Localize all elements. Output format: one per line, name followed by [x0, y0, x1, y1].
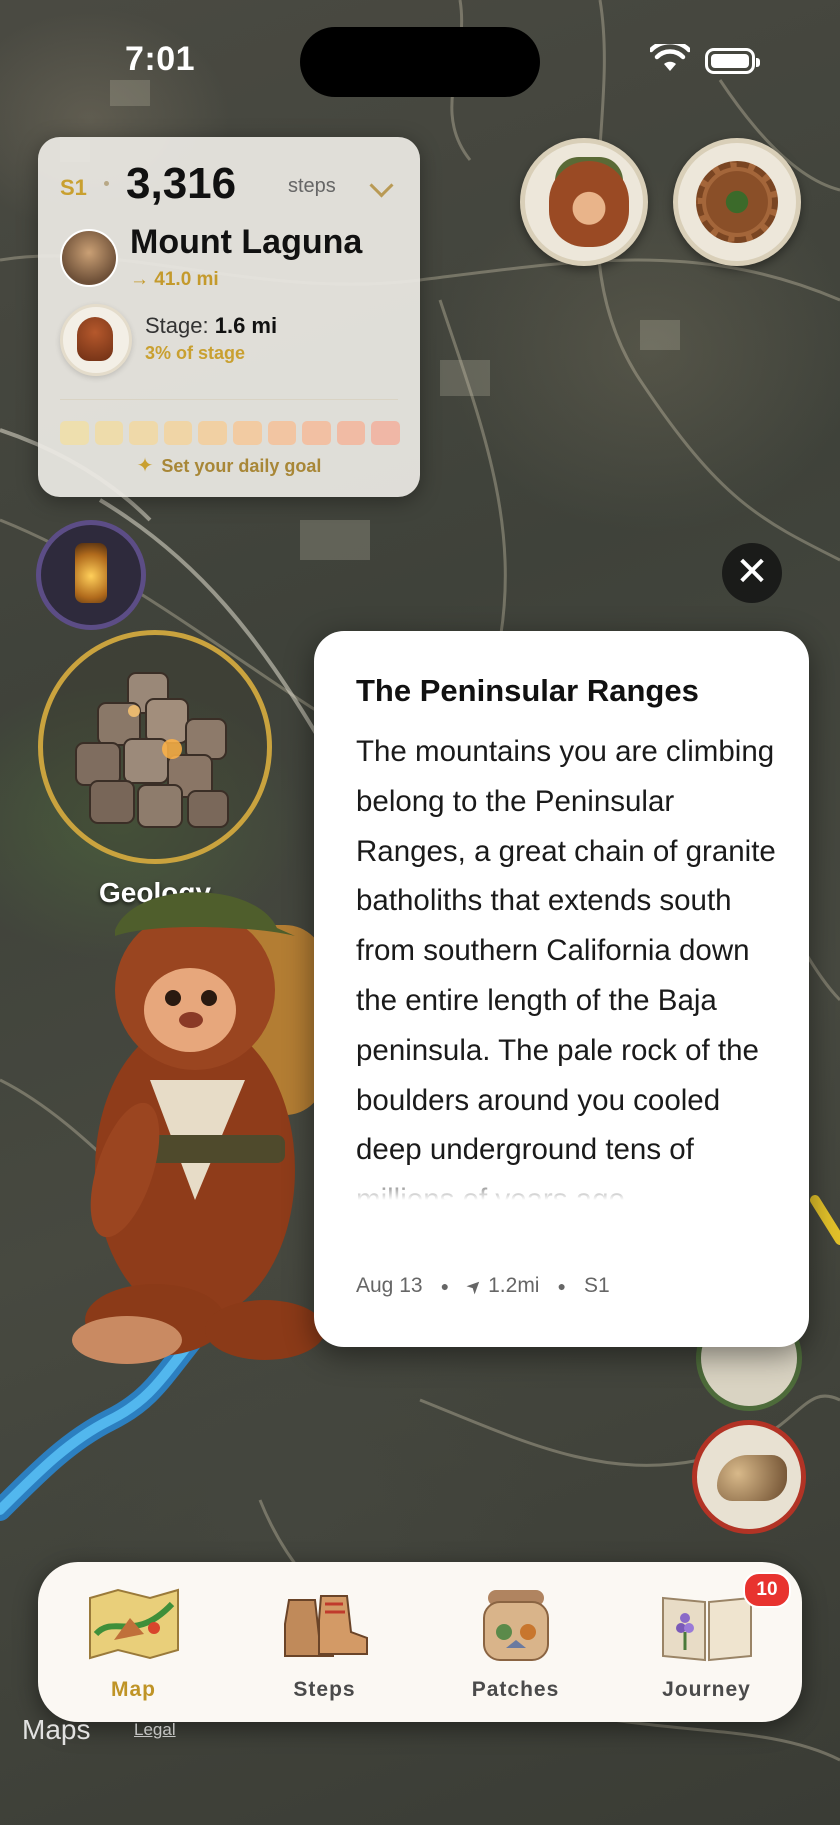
goal-segment [129, 421, 158, 445]
separator-dot [104, 181, 109, 186]
steps-unit: steps [288, 175, 336, 197]
meta-distance: 1.2mi [488, 1274, 540, 1297]
close-button[interactable]: ✕ [722, 543, 782, 603]
lantern-icon [75, 543, 107, 603]
info-card-title: The Peninsular Ranges [356, 673, 699, 708]
stage-label: Stage: [145, 313, 209, 338]
tab-steps[interactable]: Steps [229, 1562, 420, 1722]
stage-progress: 3% of stage [145, 343, 246, 363]
info-card-body[interactable]: The mountains you are climbing belong to… [356, 727, 781, 1200]
legal-link[interactable]: Legal [134, 1720, 176, 1740]
battery-icon [705, 48, 760, 74]
chevron-down-icon[interactable] [369, 173, 394, 198]
sasquatch-hiker-mascot [72, 892, 325, 1364]
goal-segment [163, 421, 193, 445]
location-arrow-icon: ➤ [461, 1273, 487, 1299]
goal-segment [371, 421, 400, 445]
tab-patches[interactable]: Patches [420, 1562, 611, 1722]
gear-icon [696, 161, 778, 243]
destination-thumbnail [60, 229, 118, 287]
journal-icon [661, 1596, 752, 1662]
maps-logo-text: Maps [22, 1714, 91, 1745]
daily-goal-label: Set your daily goal [161, 456, 322, 476]
map-icon [88, 1588, 179, 1660]
settings-button[interactable] [673, 138, 801, 266]
daily-goal-bar[interactable] [60, 421, 400, 445]
season-label: S1 [60, 175, 87, 200]
tab-label: Patches [471, 1678, 560, 1701]
set-daily-goal-button[interactable]: ✦ Set your daily goal [38, 453, 420, 478]
goal-segment [60, 421, 89, 445]
roadrunner-icon [717, 1455, 787, 1501]
geology-marker[interactable] [38, 630, 272, 864]
goal-segment [267, 421, 297, 445]
meta-season: S1 [583, 1274, 610, 1297]
journey-badge: 10 [743, 1572, 791, 1608]
boots-icon [283, 1595, 368, 1657]
destination-distance: → 41.0 mi [130, 269, 219, 290]
sparkle-icon: ✦ [136, 455, 154, 477]
profile-avatar-button[interactable] [520, 138, 648, 266]
close-icon: ✕ [735, 550, 769, 594]
info-card[interactable]: The Peninsular Ranges The mountains you … [314, 631, 809, 1347]
goal-segment [198, 421, 227, 445]
roadrunner-marker[interactable] [692, 1420, 806, 1534]
stage-distance: Stage: 1.6 mi [145, 313, 277, 339]
tab-label: Map [111, 1678, 156, 1701]
goal-segment [302, 421, 331, 445]
divider [60, 399, 398, 400]
status-bar: 7:01 [0, 0, 840, 120]
tab-label: Steps [293, 1678, 356, 1701]
sasquatch-avatar-icon [549, 161, 629, 247]
hiker-avatar-icon [60, 304, 132, 376]
lantern-marker[interactable] [36, 520, 146, 630]
goal-segment [94, 421, 124, 445]
info-card-meta: Aug 13 ● ➤ 1.2mi ● S1 [356, 1273, 610, 1299]
stage-value: 1.6 mi [214, 313, 278, 338]
dynamic-island [300, 27, 540, 97]
status-time: 7:01 [125, 40, 196, 78]
tab-label: Journey [662, 1678, 751, 1701]
destination-name: Mount Laguna [130, 223, 363, 261]
rocks-icon [75, 672, 229, 828]
wifi-icon [650, 44, 690, 71]
separator-dot: ● [440, 1278, 450, 1294]
backpack-icon [482, 1590, 549, 1661]
goal-segment [232, 421, 262, 445]
stats-card[interactable]: S1 3,316 steps Mount Laguna → 41.0 mi St… [38, 137, 420, 497]
apple-maps-logo: Maps [20, 1714, 90, 1746]
separator-dot: ● [557, 1278, 566, 1294]
meta-date: Aug 13 [356, 1274, 423, 1297]
tab-journey[interactable]: 10 Journey [611, 1562, 802, 1722]
tab-map[interactable]: Map [38, 1562, 229, 1722]
tab-bar: Map Steps Patches 10 Journey [38, 1562, 802, 1722]
goal-segment [336, 421, 366, 445]
steps-count: 3,316 [126, 159, 237, 208]
